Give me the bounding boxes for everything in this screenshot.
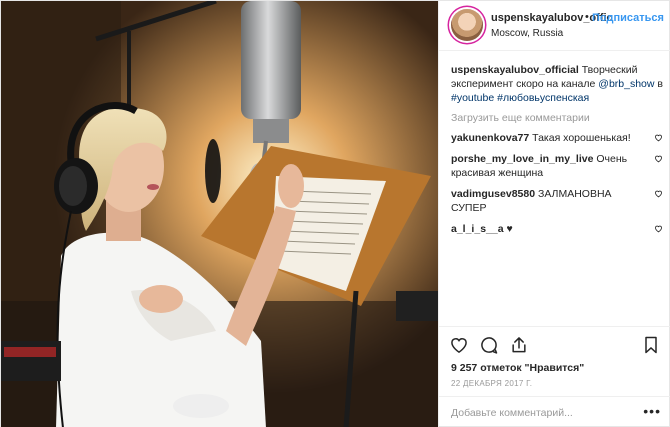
add-comment-area: ••• [439, 396, 670, 427]
comment-username[interactable]: yakunenkova77 [451, 132, 529, 144]
more-options-icon[interactable]: ••• [643, 403, 661, 419]
caption-text-part2: в [654, 78, 663, 90]
post-side-panel: uspenskayalubov_offic • Подписаться Mosc… [438, 1, 670, 427]
action-bar [439, 326, 670, 362]
comment-item: porshe_my_love_in_my_live Очень красивая… [451, 152, 663, 180]
comment-like-heart-icon[interactable] [654, 224, 663, 233]
comment-username[interactable]: vadimgusev8580 [451, 188, 535, 200]
load-more-comments-button[interactable]: Загрузить еще комментарии [451, 112, 663, 124]
caption-hashtag-youtube[interactable]: #youtube [451, 92, 494, 104]
comment-item: a_l_i_s__a ♥ [451, 222, 663, 236]
comment-username[interactable]: a_l_i_s__a [451, 223, 504, 235]
follow-button[interactable]: Подписаться [592, 12, 664, 24]
comment-username[interactable]: porshe_my_love_in_my_live [451, 153, 593, 165]
instagram-post: uspenskayalubov_offic • Подписаться Mosc… [0, 0, 670, 427]
caption-mention-link[interactable]: @brb_show [598, 78, 654, 90]
location-link[interactable]: Moscow, Russia [491, 28, 563, 39]
studio-photo-illustration [1, 1, 438, 427]
caption-username[interactable]: uspenskayalubov_official [451, 64, 579, 76]
comment-text: Такая хорошенькая! [529, 132, 631, 144]
caption-hashtag-name[interactable]: #любовьуспенская [497, 92, 589, 104]
header-separator: • [585, 11, 589, 23]
post-header: uspenskayalubov_offic • Подписаться Mosc… [439, 1, 670, 51]
post-date[interactable]: 22 декабря 2017 г. [451, 379, 532, 388]
comments-section: uspenskayalubov_official Творческий эксп… [451, 63, 663, 236]
comment-bubble-icon[interactable] [479, 335, 499, 355]
comment-text: ♥ [503, 223, 513, 235]
comment-like-heart-icon[interactable] [654, 133, 663, 142]
share-icon[interactable] [509, 335, 529, 355]
heart-icon[interactable] [449, 335, 469, 355]
avatar[interactable] [451, 9, 483, 41]
comment-item: yakunenkova77 Такая хорошенькая! [451, 131, 663, 145]
comment-like-heart-icon[interactable] [654, 189, 663, 198]
comment-item: vadimgusev8580 ЗАЛМАНОВНА СУПЕР [451, 187, 663, 215]
post-caption: uspenskayalubov_official Творческий эксп… [451, 63, 663, 105]
comment-like-heart-icon[interactable] [654, 154, 663, 163]
bookmark-icon[interactable] [641, 335, 661, 355]
likes-count[interactable]: 9 257 отметок "Нравится" [451, 362, 584, 374]
post-photo[interactable] [1, 1, 438, 427]
add-comment-input[interactable] [451, 405, 631, 421]
